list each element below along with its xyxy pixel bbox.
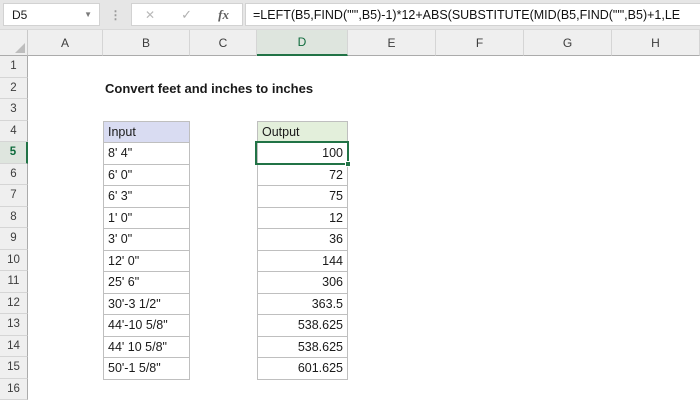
- excel-window: D5 ▼ ⋮ ✕ ✓ fx =LEFT(B5,FIND("'",B5)-1)*1…: [0, 0, 700, 400]
- output-table: Output 100 72 75 12 36 144 306 363.5 538.625 538.6…: [257, 120, 348, 380]
- row-header-5[interactable]: 5: [0, 142, 28, 164]
- column-headers: ABCDEFGH: [0, 30, 700, 56]
- row-header-6[interactable]: 6: [0, 163, 28, 185]
- input-cell-row8[interactable]: 1' 0": [104, 207, 190, 229]
- input-cell-row5[interactable]: 8' 4": [104, 143, 190, 165]
- row-header-12[interactable]: 12: [0, 292, 28, 314]
- output-cell-row14[interactable]: 538.625: [258, 336, 348, 358]
- select-all-corner[interactable]: [0, 30, 28, 56]
- output-cell-row10[interactable]: 144: [258, 250, 348, 272]
- worksheet-title: Convert feet and inches to inches: [105, 80, 314, 96]
- enter-icon[interactable]: ✓: [181, 7, 192, 23]
- column-header-F[interactable]: F: [436, 30, 524, 56]
- output-cell-row9[interactable]: 36: [258, 229, 348, 251]
- row-header-1[interactable]: 1: [0, 56, 28, 78]
- input-cell-row7[interactable]: 6' 3": [104, 186, 190, 208]
- input-cell-row6[interactable]: 6' 0": [104, 164, 190, 186]
- formula-buttons: ✕ ✓ fx: [131, 3, 243, 26]
- formula-text: =LEFT(B5,FIND("'",B5)-1)*12+ABS(SUBSTITU…: [253, 7, 681, 22]
- name-box[interactable]: D5 ▼: [3, 3, 100, 26]
- output-cell-row15[interactable]: 601.625: [258, 358, 348, 380]
- row-header-4[interactable]: 4: [0, 120, 28, 142]
- row-header-7[interactable]: 7: [0, 185, 28, 207]
- row-header-8[interactable]: 8: [0, 206, 28, 228]
- column-header-H[interactable]: H: [612, 30, 700, 56]
- sheet-grid[interactable]: Convert feet and inches to inches Input 8…: [28, 56, 700, 400]
- input-cell-row13[interactable]: 44'-10 5/8": [104, 315, 190, 337]
- row-header-16[interactable]: 16: [0, 378, 28, 400]
- row-header-13[interactable]: 13: [0, 314, 28, 336]
- output-cell-row6[interactable]: 72: [258, 164, 348, 186]
- row-header-10[interactable]: 10: [0, 249, 28, 271]
- column-header-B[interactable]: B: [103, 30, 190, 56]
- output-cell-row12[interactable]: 363.5: [258, 293, 348, 315]
- column-header-D[interactable]: D: [257, 30, 348, 56]
- input-cell-row10[interactable]: 12' 0": [104, 250, 190, 272]
- row-header-2[interactable]: 2: [0, 77, 28, 99]
- row-header-15[interactable]: 15: [0, 357, 28, 379]
- name-box-value: D5: [12, 7, 28, 22]
- output-header-cell[interactable]: Output: [258, 121, 348, 143]
- input-cell-row11[interactable]: 25' 6": [104, 272, 190, 294]
- sheet-body: 1 2 3 4 5 6 7 8 9 10 11 12 13 14 15 16 Convert feet and…: [0, 56, 700, 400]
- column-header-A[interactable]: A: [28, 30, 103, 56]
- row-headers: 1 2 3 4 5 6 7 8 9 10 11 12 13 14 15 16: [0, 56, 28, 400]
- row-header-14[interactable]: 14: [0, 335, 28, 357]
- output-cell-row13[interactable]: 538.625: [258, 315, 348, 337]
- insert-function-icon[interactable]: fx: [218, 7, 229, 23]
- row-header-9[interactable]: 9: [0, 228, 28, 250]
- row-header-3[interactable]: 3: [0, 99, 28, 121]
- input-header-cell[interactable]: Input: [104, 121, 190, 143]
- output-cell-row7[interactable]: 75: [258, 186, 348, 208]
- column-header-G[interactable]: G: [524, 30, 612, 56]
- input-cell-row12[interactable]: 30'-3 1/2": [104, 293, 190, 315]
- output-cell-row5[interactable]: 100: [258, 143, 348, 165]
- output-cell-row11[interactable]: 306: [258, 272, 348, 294]
- name-box-dropdown-icon[interactable]: ▼: [84, 10, 99, 19]
- row-header-11[interactable]: 11: [0, 271, 28, 293]
- input-cell-row14[interactable]: 44' 10 5/8": [104, 336, 190, 358]
- formula-input[interactable]: =LEFT(B5,FIND("'",B5)-1)*12+ABS(SUBSTITU…: [245, 3, 700, 26]
- column-header-E[interactable]: E: [348, 30, 436, 56]
- input-table: Input 8' 4" 6' 0" 6' 3" 1' 0" 3' 0" 12' 0" 25' …: [103, 120, 190, 380]
- cancel-icon[interactable]: ✕: [145, 8, 155, 22]
- select-all-triangle-icon: [15, 43, 25, 53]
- output-cell-row8[interactable]: 12: [258, 207, 348, 229]
- formula-bar-divider-dots-icon: ⋮: [109, 7, 122, 22]
- input-cell-row9[interactable]: 3' 0": [104, 229, 190, 251]
- formula-bar-row: D5 ▼ ⋮ ✕ ✓ fx =LEFT(B5,FIND("'",B5)-1)*1…: [0, 0, 700, 30]
- input-cell-row15[interactable]: 50'-1 5/8": [104, 358, 190, 380]
- column-header-C[interactable]: C: [190, 30, 257, 56]
